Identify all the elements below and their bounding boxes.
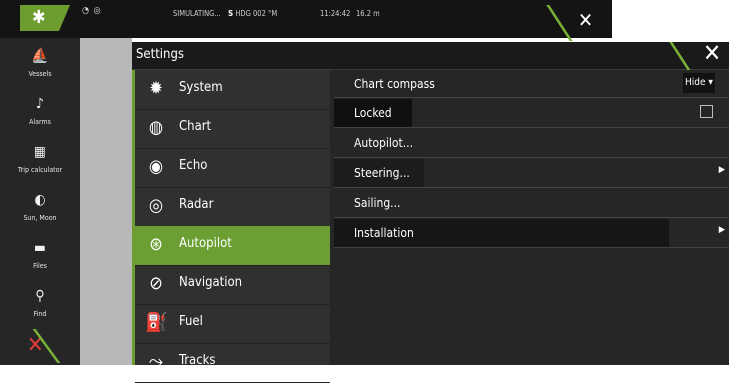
chevron-down-icon: ▾ xyxy=(708,77,713,88)
sidebar-item-sun-moon[interactable]: ◐ Sun, Moon xyxy=(0,192,80,222)
menu-item-radar[interactable]: ◎ Radar xyxy=(135,187,330,227)
sidebar-item-trip-calculator[interactable]: ▦ Trip calculator xyxy=(0,144,80,174)
menu-item-label: Radar xyxy=(179,197,214,212)
menu-item-navigation[interactable]: ⊘ Navigation xyxy=(135,265,330,305)
menu-item-label: Fuel xyxy=(179,314,203,329)
row-label: Installation xyxy=(354,226,414,240)
calculator-icon: ▦ xyxy=(34,144,46,160)
heading-readout: S HDG 002 °M xyxy=(228,9,278,18)
echo-icon: ◉ xyxy=(148,156,164,177)
vessels-icon: ⛵ xyxy=(31,48,49,64)
sidebar-item-label: Find xyxy=(33,310,47,318)
menu-item-label: System xyxy=(179,80,223,95)
sidebar-close-button[interactable]: ✕ xyxy=(0,325,80,365)
row-label: Sailing... xyxy=(354,196,401,210)
close-icon: ✕ xyxy=(703,39,722,67)
home-button[interactable]: ✱ xyxy=(20,5,70,31)
sidebar-item-label: Sun, Moon xyxy=(23,214,57,222)
folder-icon: ▬ xyxy=(34,240,46,256)
top-close-button[interactable]: ✕ xyxy=(546,5,610,41)
autopilot-row[interactable]: Autopilot... xyxy=(334,129,729,158)
menu-item-label: Autopilot xyxy=(179,236,232,251)
steering-row[interactable]: Steering... ▶ xyxy=(334,159,729,188)
top-status-bar: ✱ ◔ ◎ SIMULATING... S HDG 002 °M 11:24:4… xyxy=(0,0,612,41)
dialog-close-button[interactable]: ✕ xyxy=(669,39,729,72)
sidebar-item-alarms[interactable]: ♪ Alarms xyxy=(0,96,80,126)
sidebar-item-label: Vessels xyxy=(28,70,52,78)
sidebar-item-vessels[interactable]: ⛵ Vessels xyxy=(0,48,80,78)
menu-item-label: Chart xyxy=(179,119,212,134)
divider-slash xyxy=(546,5,573,41)
menu-item-autopilot[interactable]: ⊛ Autopilot xyxy=(135,226,330,266)
tracks-icon: ⤳ xyxy=(148,351,164,372)
chart-compass-value: Hide xyxy=(685,77,706,88)
sidebar-item-find[interactable]: ⚲ Find xyxy=(0,288,80,318)
dialog-title: Settings xyxy=(136,47,184,62)
settings-dialog: Settings ✕ ✹ System ◍ Chart ◉ Echo ◎ Rad… xyxy=(132,39,729,383)
menu-item-tracks[interactable]: ⤳ Tracks xyxy=(135,343,330,383)
divider-slash xyxy=(669,42,692,72)
menu-item-label: Tracks xyxy=(179,353,216,368)
close-icon: ✕ xyxy=(578,8,594,32)
system-icons: ◔ ◎ xyxy=(82,6,102,16)
dialog-header: Settings ✕ xyxy=(132,39,729,72)
sailing-row[interactable]: Sailing... xyxy=(334,189,729,218)
menu-item-label: Echo xyxy=(179,158,208,173)
settings-menu: ✹ System ◍ Chart ◉ Echo ◎ Radar ⊛ Autopi… xyxy=(132,70,330,383)
sidebar-item-label: Files xyxy=(33,262,47,270)
navigation-icon: ⊘ xyxy=(149,273,163,294)
time-readout: 11:24:42 xyxy=(320,9,351,18)
row-label: Autopilot... xyxy=(354,136,414,150)
search-icon: ⚲ xyxy=(35,288,45,304)
sidebar-item-files[interactable]: ▬ Files xyxy=(0,240,80,270)
background-chart-area xyxy=(80,38,132,365)
sidebar-item-label: Alarms xyxy=(29,118,51,126)
locked-label: Locked xyxy=(354,106,392,120)
autopilot-settings-panel: Chart compass Hide ▾ Locked Autopilot...… xyxy=(330,70,729,365)
depth-readout: 16.2 m xyxy=(356,9,380,18)
tools-sidebar: ⛵ Vessels ♪ Alarms ▦ Trip calculator ◐ S… xyxy=(0,38,80,365)
chevron-right-icon: ▶ xyxy=(718,165,725,175)
sun-moon-icon: ◐ xyxy=(34,192,46,208)
locked-row[interactable]: Locked xyxy=(334,99,729,128)
gear-icon: ✱ xyxy=(32,7,46,28)
installation-row[interactable]: Installation ▶ xyxy=(334,219,729,248)
row-label: Steering... xyxy=(354,166,410,180)
autopilot-icon: ⊛ xyxy=(149,234,163,255)
chevron-right-icon: ▶ xyxy=(718,225,725,235)
sidebar-item-label: Trip calculator xyxy=(17,166,63,174)
menu-item-system[interactable]: ✹ System xyxy=(135,70,330,110)
chart-compass-row[interactable]: Chart compass Hide ▾ xyxy=(334,70,729,98)
locked-checkbox[interactable] xyxy=(700,105,713,118)
gear-icon: ✹ xyxy=(149,78,163,99)
wireless-icon: ◎ xyxy=(93,6,102,16)
chart-compass-select[interactable]: Hide ▾ xyxy=(683,73,715,93)
chart-icon: ◍ xyxy=(148,117,164,138)
menu-item-fuel[interactable]: ⛽ Fuel xyxy=(135,304,330,344)
menu-item-chart[interactable]: ◍ Chart xyxy=(135,109,330,149)
bell-icon: ♪ xyxy=(35,96,45,112)
gps-icon: ◔ xyxy=(82,6,91,16)
menu-item-echo[interactable]: ◉ Echo xyxy=(135,148,330,188)
menu-item-label: Navigation xyxy=(179,275,243,290)
chart-compass-label: Chart compass xyxy=(354,77,435,91)
simulating-status: SIMULATING... xyxy=(173,9,221,18)
fuel-icon: ⛽ xyxy=(145,312,168,333)
radar-icon: ◎ xyxy=(148,195,164,216)
